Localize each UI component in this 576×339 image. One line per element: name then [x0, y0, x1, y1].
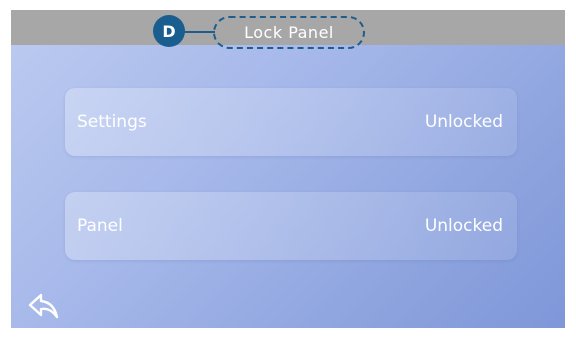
panel-status: Unlocked	[424, 216, 503, 236]
callout-marker: D	[153, 15, 185, 47]
title-bar: D Lock Panel	[11, 10, 565, 49]
settings-lock-row[interactable]: Settings Unlocked	[65, 88, 517, 156]
panel-label: Panel	[77, 216, 123, 236]
back-button[interactable]	[27, 292, 61, 320]
panel-lock-row[interactable]: Panel Unlocked	[65, 192, 517, 260]
settings-label: Settings	[77, 112, 147, 132]
page-title: Lock Panel	[213, 16, 365, 49]
settings-status: Unlocked	[424, 112, 503, 132]
lock-panel-screen: D Lock Panel Settings Unlocked Panel Unl…	[11, 10, 565, 328]
callout-line	[183, 31, 215, 33]
back-arrow-icon	[28, 293, 59, 319]
